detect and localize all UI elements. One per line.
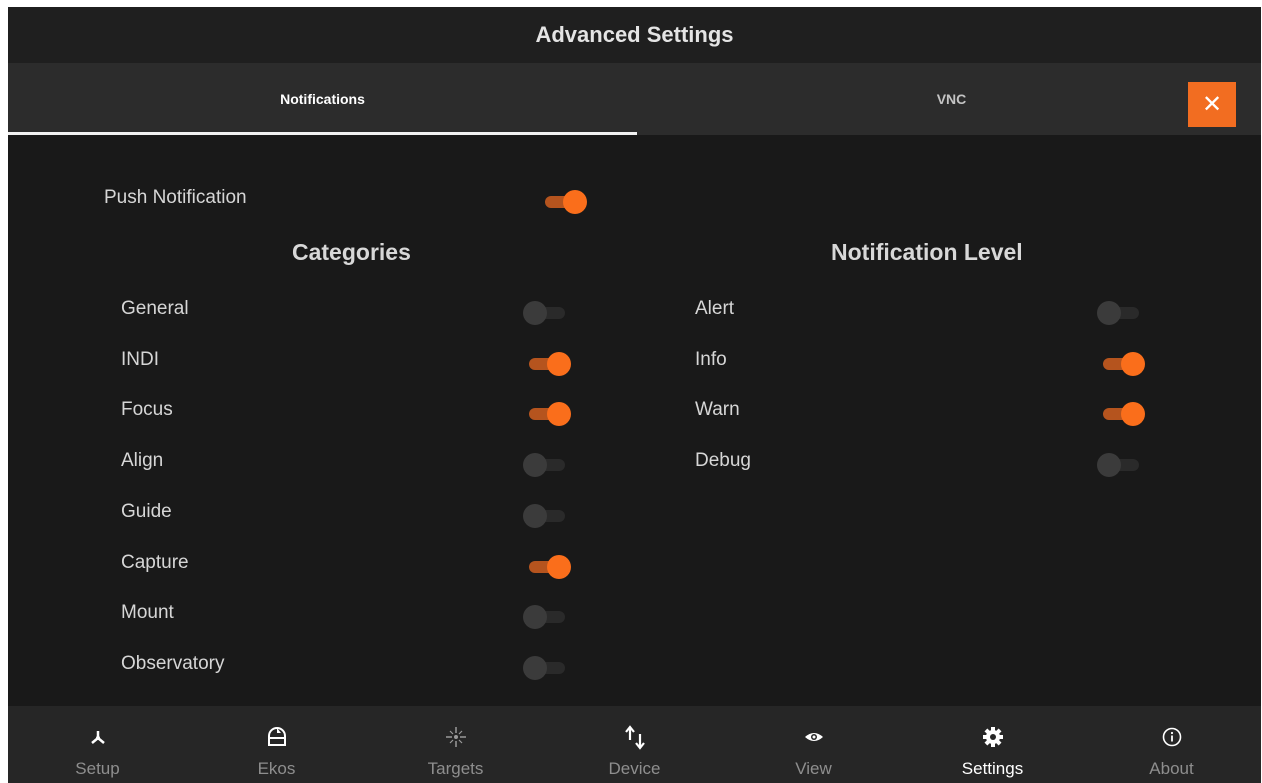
info-icon [1159, 724, 1185, 750]
tab-notifications[interactable]: Notifications [8, 63, 637, 135]
targets-icon [443, 724, 469, 750]
category-toggle-align[interactable] [523, 452, 571, 478]
category-toggle-guide[interactable] [523, 503, 571, 529]
ekos-dome-icon [264, 724, 290, 750]
nav-view-label: View [795, 759, 832, 778]
category-toggle-observatory[interactable] [523, 655, 571, 681]
level-label-info: Info [695, 348, 727, 370]
nav-ekos[interactable]: Ekos [187, 706, 366, 783]
notifications-panel: Push Notification Categories Notificatio… [8, 135, 1261, 706]
level-toggle-info[interactable] [1097, 351, 1145, 377]
category-toggle-general[interactable] [523, 300, 571, 326]
nav-setup[interactable]: Setup [8, 706, 187, 783]
setup-icon [85, 724, 111, 750]
category-label-align: Align [121, 450, 164, 472]
nav-about[interactable]: About [1082, 706, 1261, 783]
category-label-mount: Mount [121, 602, 174, 624]
level-toggle-alert[interactable] [1097, 300, 1145, 326]
level-toggle-warn[interactable] [1097, 401, 1145, 427]
level-label-warn: Warn [695, 399, 740, 421]
category-toggle-mount[interactable] [523, 604, 571, 630]
category-toggle-indi[interactable] [523, 351, 571, 377]
nav-targets[interactable]: Targets [366, 706, 545, 783]
nav-device-label: Device [608, 759, 661, 778]
bottom-navigation: Setup Ekos Targets Device View Settings … [8, 706, 1261, 783]
categories-heading: Categories [292, 239, 411, 265]
close-button[interactable]: ✕ [1188, 82, 1236, 127]
nav-settings[interactable]: Settings [903, 706, 1082, 783]
notification-level-heading: Notification Level [831, 239, 1023, 265]
category-toggle-capture[interactable] [523, 554, 571, 580]
nav-device[interactable]: Device [545, 706, 724, 783]
category-toggle-focus[interactable] [523, 401, 571, 427]
category-label-indi: INDI [121, 348, 159, 370]
tab-vnc[interactable]: VNC [637, 63, 1261, 135]
nav-ekos-label: Ekos [257, 759, 296, 778]
nav-setup-label: Setup [75, 759, 120, 778]
push-notification-label: Push Notification [104, 187, 247, 208]
app-window: Advanced Settings Notifications VNC ✕ Pu… [8, 7, 1261, 783]
category-label-general: General [121, 298, 189, 319]
page-title: Advanced Settings [8, 7, 1261, 63]
close-icon: ✕ [1201, 91, 1223, 118]
gear-icon [980, 724, 1006, 750]
level-label-alert: Alert [695, 298, 735, 319]
category-label-capture: Capture [121, 551, 189, 573]
push-notification-toggle[interactable] [539, 189, 587, 215]
nav-about-label: About [1149, 759, 1194, 778]
nav-view[interactable]: View [724, 706, 903, 783]
tab-bar: Notifications VNC ✕ [8, 63, 1261, 135]
nav-settings-label: Settings [961, 759, 1024, 778]
category-label-focus: Focus [121, 399, 173, 421]
category-label-observatory: Observatory [121, 652, 225, 674]
eye-icon [801, 724, 827, 750]
nav-targets-label: Targets [427, 759, 484, 778]
level-label-debug: Debug [695, 450, 751, 472]
device-arrows-icon [622, 724, 648, 750]
category-label-guide: Guide [121, 500, 172, 522]
level-toggle-debug[interactable] [1097, 452, 1145, 478]
